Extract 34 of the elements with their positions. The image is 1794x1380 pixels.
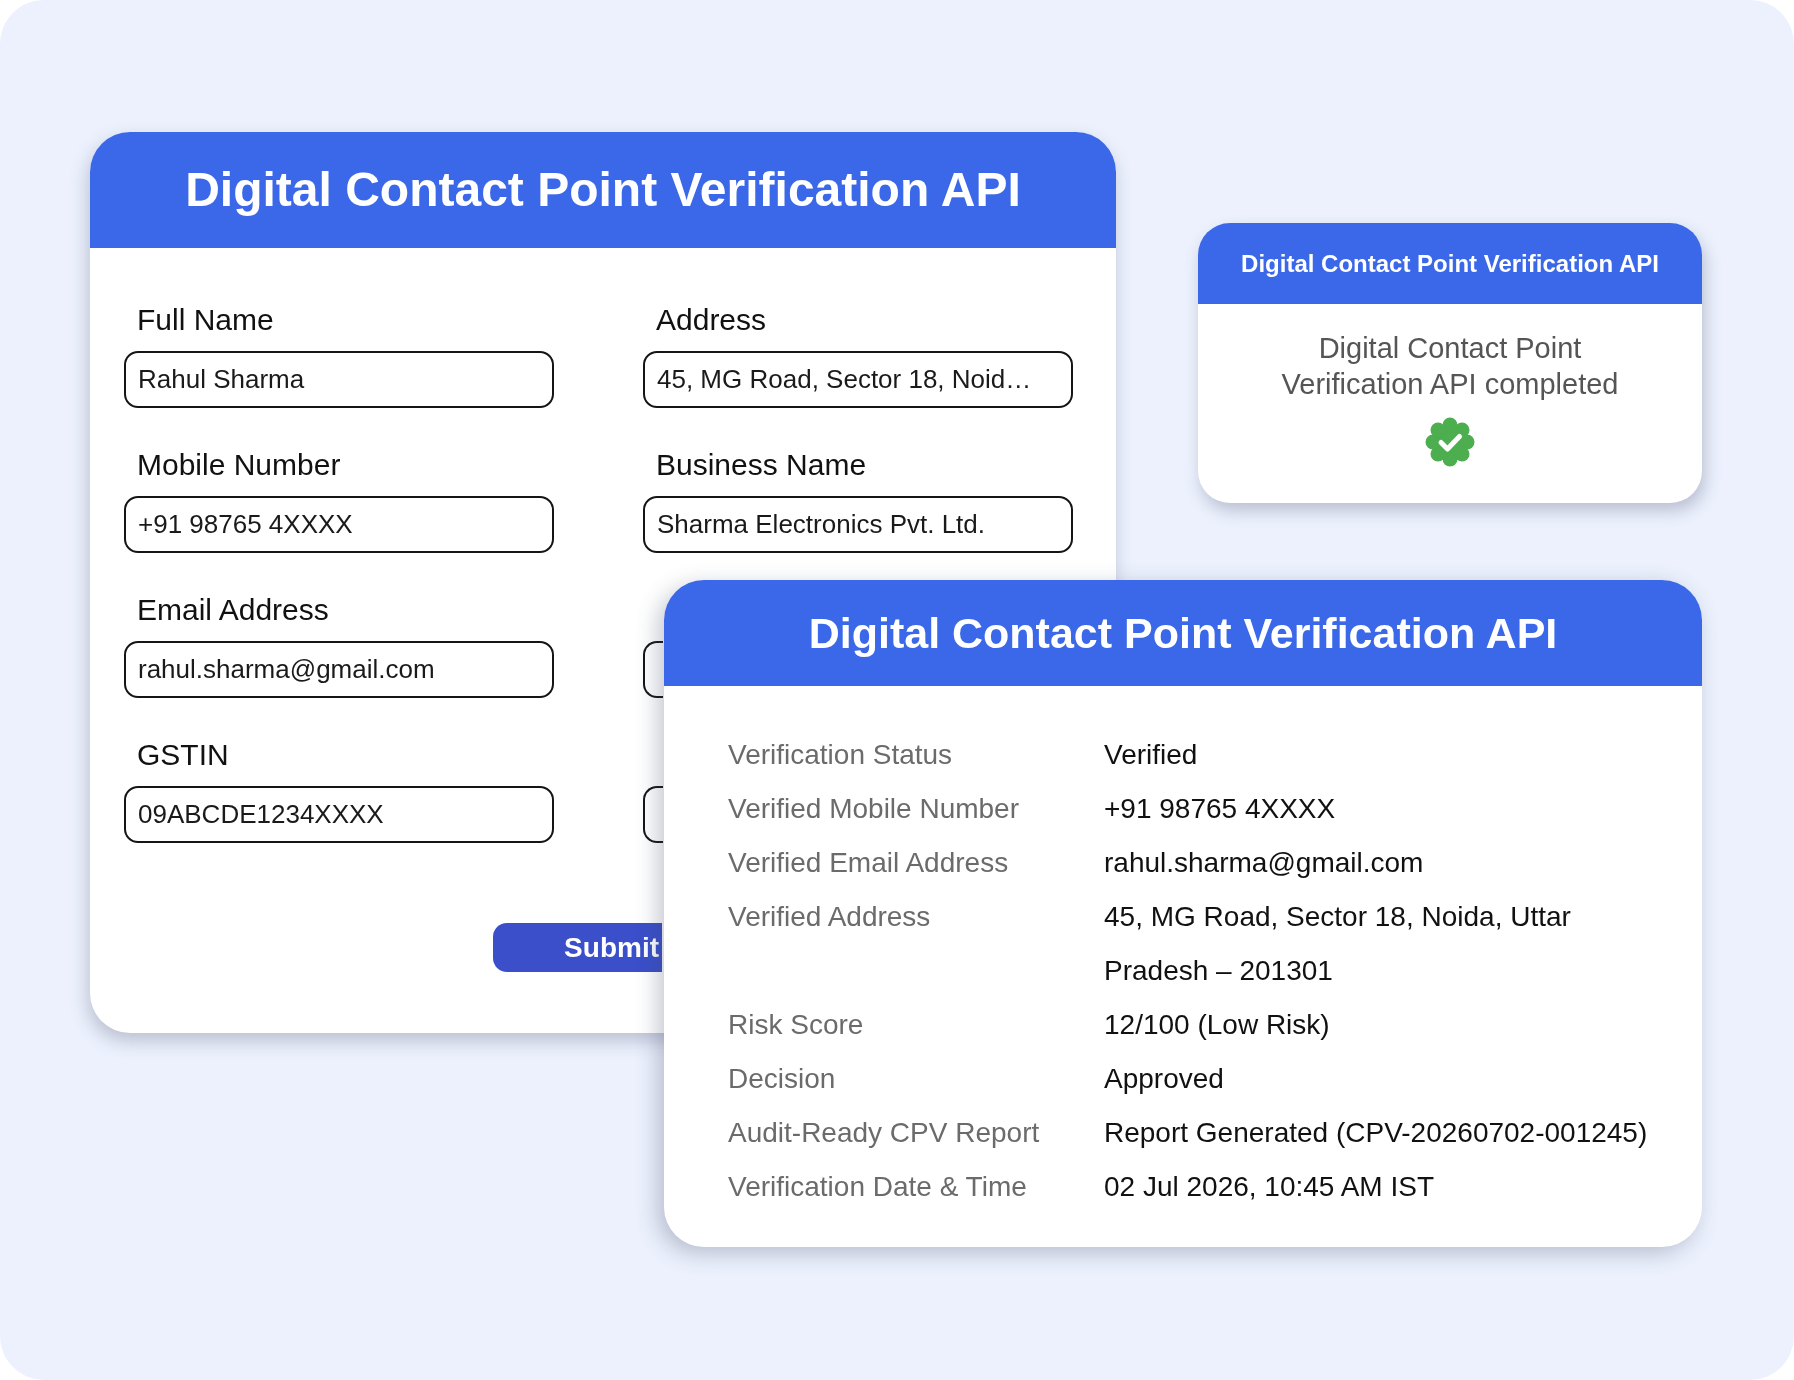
result-label: Decision bbox=[728, 1062, 837, 1096]
result-label: Verification Date & Time bbox=[728, 1170, 1028, 1204]
result-value: Approved bbox=[1104, 1062, 1225, 1096]
input-field[interactable]: rahul.sharma@gmail.com bbox=[124, 641, 554, 698]
field-label: Mobile Number bbox=[136, 447, 341, 483]
result-value: rahul.sharma@gmail.com bbox=[1104, 846, 1425, 880]
field-label: Full Name bbox=[136, 302, 274, 338]
result-value: Report Generated (CPV-20260702-001245) bbox=[1104, 1116, 1649, 1150]
input-field[interactable]: Sharma Electronics Pvt. Ltd. bbox=[643, 496, 1073, 553]
card-title: Digital Contact Point Verification API bbox=[1241, 248, 1659, 279]
field-label: Address bbox=[655, 302, 767, 338]
verified-badge-icon bbox=[1425, 417, 1475, 467]
input-field[interactable]: 09ABCDE1234XXXX bbox=[124, 786, 554, 843]
result-value: +91 98765 4XXXX bbox=[1104, 792, 1337, 826]
input-field[interactable]: +91 98765 4XXXX bbox=[124, 496, 554, 553]
result-value: 45, MG Road, Sector 18, Noida, Uttar Pradesh – 201301 bbox=[1104, 900, 1572, 988]
card-title: Digital Contact Point Verification API bbox=[185, 162, 1021, 218]
field-label: GSTIN bbox=[136, 737, 229, 773]
card-title: Digital Contact Point Verification API bbox=[808, 608, 1558, 658]
field-label: Business Name bbox=[655, 447, 867, 483]
field-label: Email Address bbox=[136, 592, 329, 628]
result-label: Verification Status bbox=[728, 738, 954, 772]
result-value: 02 Jul 2026, 10:45 AM IST bbox=[1104, 1170, 1435, 1204]
result-label: Risk Score bbox=[728, 1008, 865, 1042]
submit-button[interactable]: Submit bbox=[493, 923, 662, 972]
input-field[interactable]: 45, MG Road, Sector 18, Noid… bbox=[643, 351, 1073, 408]
input-field[interactable]: Rahul Sharma bbox=[124, 351, 554, 408]
result-value: 12/100 (Low Risk) bbox=[1104, 1008, 1331, 1042]
result-label: Verified Mobile Number bbox=[728, 792, 1021, 826]
result-label: Verified Address bbox=[728, 900, 932, 934]
result-label: Audit-Ready CPV Report bbox=[728, 1116, 1041, 1150]
completion-message: Digital Contact Point Verification API completed bbox=[1280, 331, 1620, 402]
result-value: Verified bbox=[1104, 738, 1199, 772]
result-label: Verified Email Address bbox=[728, 846, 1010, 880]
